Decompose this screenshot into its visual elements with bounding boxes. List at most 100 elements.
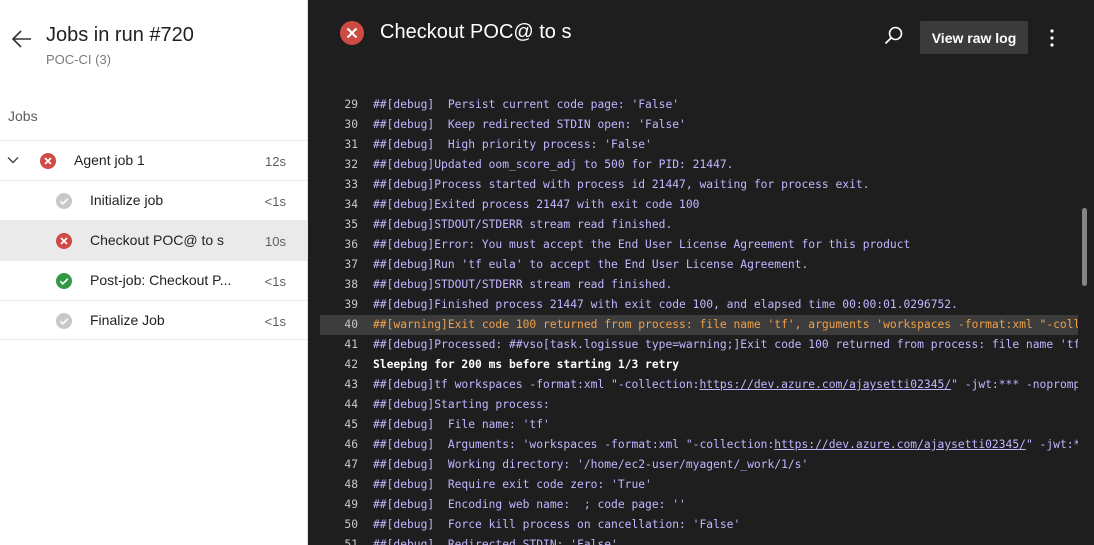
log-line: 32 ##[debug]Updated oom_score_adj to 500 …: [320, 155, 1078, 175]
log-line: 29 ##[debug] Persist current code page: '…: [320, 95, 1078, 115]
log-text: ##[debug] Persist current code page: 'Fa…: [373, 98, 680, 111]
log-line: 41 ##[debug]Processed: ##vso[task.logissu…: [320, 335, 1078, 355]
log-line: 37 ##[debug]Run 'tf eula' to accept the E…: [320, 255, 1078, 275]
log-line: 30 ##[debug] Keep redirected STDIN open: …: [320, 115, 1078, 135]
log-text: ##[debug]Finished process 21447 with exi…: [373, 298, 958, 311]
log-line: 51 ##[debug] Redirected STDIN: 'False': [320, 535, 1078, 545]
run-subtitle: POC-CI (3): [46, 52, 111, 67]
log-line: 45 ##[debug] File name: 'tf': [320, 415, 1078, 435]
line-number: 37: [344, 258, 358, 271]
more-options-button[interactable]: [1044, 26, 1060, 50]
log-text: ##[debug] Arguments: 'workspaces -format…: [373, 438, 1078, 451]
log-line: 35 ##[debug]STDOUT/STDERR stream read fin…: [320, 215, 1078, 235]
log-link[interactable]: https://dev.azure.com/ajaysetti02345/: [774, 438, 1026, 451]
log-text: ##[debug]Process started with process id…: [373, 178, 870, 191]
log-line: 47 ##[debug] Working directory: '/home/ec…: [320, 455, 1078, 475]
failed-status-icon: [40, 153, 56, 169]
log-text: ##[debug]Processed: ##vso[task.logissue …: [373, 338, 1078, 351]
line-number: 49: [344, 498, 358, 511]
log-text: ##[debug] Require exit code zero: 'True': [373, 478, 652, 491]
log-line: 36 ##[debug]Error: You must accept the En…: [320, 235, 1078, 255]
line-number: 30: [344, 118, 358, 131]
failed-status-icon: [340, 21, 364, 45]
arrow-left-icon: [12, 30, 31, 48]
log-text: ##[debug] Keep redirected STDIN open: 'F…: [373, 118, 686, 131]
log-text: ##[debug] High priority process: 'False': [373, 138, 652, 151]
log-line: 42 Sleeping for 200 ms before starting 1/…: [320, 355, 1078, 375]
log-line: 44 ##[debug]Starting process:: [320, 395, 1078, 415]
log-line: 43 ##[debug]tf workspaces -format:xml "-c…: [320, 375, 1078, 395]
more-vertical-icon: [1050, 29, 1054, 47]
line-number: 32: [344, 158, 358, 171]
job-duration: 12s: [265, 154, 286, 169]
run-title: Jobs in run #720: [46, 24, 194, 46]
log-line: 34 ##[debug]Exited process 21447 with exi…: [320, 195, 1078, 215]
log-text: ##[debug] Redirected STDIN: 'False': [373, 538, 618, 545]
log-line: 33 ##[debug]Process started with process …: [320, 175, 1078, 195]
log-text: ##[debug]tf workspaces -format:xml "-col…: [373, 378, 1078, 391]
line-number: 31: [344, 138, 358, 151]
line-number: 40: [344, 318, 358, 331]
job-name: Finalize Job: [90, 312, 165, 328]
job-name: Checkout POC@ to s: [90, 232, 225, 248]
log-line: 38 ##[debug]STDOUT/STDERR stream read fin…: [320, 275, 1078, 295]
log-line: 39 ##[debug]Finished process 21447 with e…: [320, 295, 1078, 315]
line-number: 35: [344, 218, 358, 231]
line-number: 33: [344, 178, 358, 191]
log-link[interactable]: https://dev.azure.com/ajaysetti02345/: [699, 378, 951, 391]
view-raw-log-button[interactable]: View raw log: [920, 21, 1028, 54]
line-number: 48: [344, 478, 358, 491]
job-row[interactable]: Post-job: Checkout P... <1s: [0, 260, 307, 300]
log-text: ##[debug] Working directory: '/home/ec2-…: [373, 458, 809, 471]
log-line: 50 ##[debug] Force kill process on cancel…: [320, 515, 1078, 535]
job-row[interactable]: Checkout POC@ to s 10s: [0, 220, 307, 260]
job-duration: 10s: [265, 234, 286, 249]
line-number: 36: [344, 238, 358, 251]
log-text: ##[debug] File name: 'tf': [373, 418, 550, 431]
job-row[interactable]: Finalize Job <1s: [0, 300, 307, 340]
log-text: ##[debug]Run 'tf eula' to accept the End…: [373, 258, 809, 271]
job-duration: <1s: [264, 274, 286, 289]
line-number: 34: [344, 198, 358, 211]
log-line: 48 ##[debug] Require exit code zero: 'Tru…: [320, 475, 1078, 495]
line-number: 50: [344, 518, 358, 531]
log-output[interactable]: 29 ##[debug] Persist current code page: '…: [320, 95, 1078, 545]
log-text: ##[warning]Exit code 100 returned from p…: [373, 318, 1078, 331]
line-number: 29: [344, 98, 358, 111]
line-number: 39: [344, 298, 358, 311]
log-panel: Checkout POC@ to s View raw log 29 ##[deb…: [308, 0, 1094, 545]
log-text: ##[debug]STDOUT/STDERR stream read finis…: [373, 218, 673, 231]
job-row[interactable]: Initialize job <1s: [0, 180, 307, 220]
job-row[interactable]: Agent job 1 12s: [0, 140, 307, 180]
log-text: ##[debug]Updated oom_score_adj to 500 fo…: [373, 158, 734, 171]
jobs-section-label: Jobs: [8, 108, 38, 124]
line-number: 45: [344, 418, 358, 431]
job-name: Initialize job: [90, 192, 164, 208]
line-number: 43: [344, 378, 358, 391]
search-icon: [884, 26, 903, 45]
log-text: ##[debug]Error: You must accept the End …: [373, 238, 911, 251]
jobs-list: Agent job 1 12s Initialize job <1s Checkout …: [0, 140, 307, 340]
line-number: 42: [344, 358, 358, 371]
line-number: 38: [344, 278, 358, 291]
log-text: ##[debug] Force kill process on cancella…: [373, 518, 741, 531]
skipped-status-icon: [56, 313, 72, 329]
line-number: 44: [344, 398, 358, 411]
line-number: 41: [344, 338, 358, 351]
failed-status-icon: [56, 233, 72, 249]
line-number: 51: [344, 538, 358, 545]
job-name: Agent job 1: [74, 152, 145, 168]
jobs-sidebar: Jobs in run #720 POC-CI (3) Jobs Agent j…: [0, 0, 308, 545]
succeeded-status-icon: [56, 273, 72, 289]
log-line: 40 ##[warning]Exit code 100 returned from…: [320, 315, 1078, 335]
log-title: Checkout POC@ to s: [380, 21, 572, 43]
back-button[interactable]: [8, 26, 36, 52]
log-line: 31 ##[debug] High priority process: 'Fals…: [320, 135, 1078, 155]
search-button[interactable]: [884, 26, 908, 50]
log-text: ##[debug]STDOUT/STDERR stream read finis…: [373, 278, 673, 291]
log-line: 46 ##[debug] Arguments: 'workspaces -form…: [320, 435, 1078, 455]
line-number: 46: [344, 438, 358, 451]
job-duration: <1s: [264, 194, 286, 209]
chevron-down-icon[interactable]: [6, 153, 22, 169]
log-scrollbar[interactable]: [1082, 208, 1087, 286]
